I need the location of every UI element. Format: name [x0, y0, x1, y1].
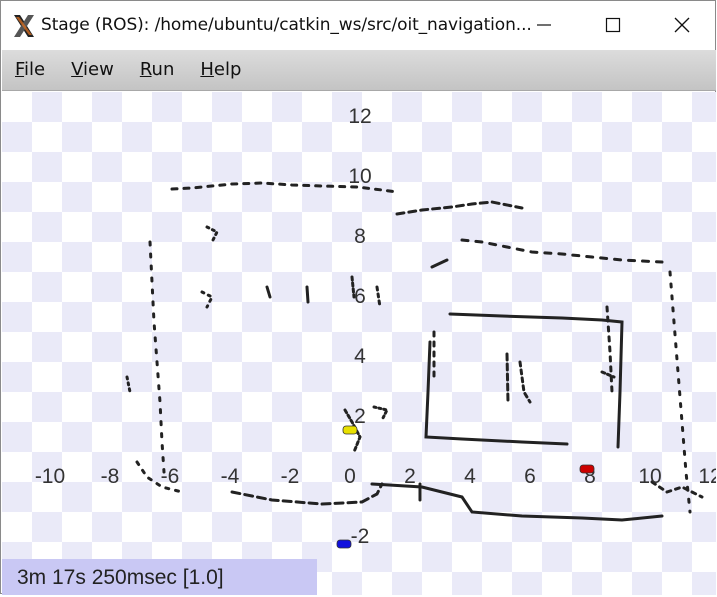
minimize-button[interactable]: [509, 1, 579, 49]
title-bar[interactable]: Stage (ROS): /home/ubuntu/catkin_ws/src/…: [1, 1, 715, 49]
x-tick-label: 10: [638, 465, 661, 488]
x-tick-label: 0: [344, 465, 356, 488]
status-bar: 3m 17s 250msec [1.0]: [2, 559, 317, 595]
x-tick-label: -4: [221, 465, 240, 488]
close-button[interactable]: [647, 1, 717, 49]
robot-1[interactable]: [579, 464, 595, 474]
x-tick-label: 6: [524, 465, 536, 488]
menu-bar: File View Run Help: [2, 50, 716, 91]
x-tick-label: -6: [161, 465, 180, 488]
x-tick-label: 2: [404, 465, 416, 488]
x-tick-label: 4: [464, 465, 476, 488]
stage-canvas[interactable]: -10 -8 -6 -4 -2 0 2 4 6 8 10 12 12 10 8 6 4 2 -2: [2, 92, 716, 595]
robot-2[interactable]: [336, 539, 352, 549]
stage-window: Stage (ROS): /home/ubuntu/catkin_ws/src/…: [0, 0, 716, 595]
y-tick-label: 6: [354, 285, 366, 308]
window-title: Stage (ROS): /home/ubuntu/catkin_ws/src/…: [41, 15, 532, 35]
y-tick-label: 2: [354, 405, 366, 428]
x-tick-label: -8: [101, 465, 120, 488]
menu-help[interactable]: Help: [187, 50, 254, 90]
menu-run[interactable]: Run: [127, 50, 188, 90]
menu-view[interactable]: View: [58, 50, 127, 90]
maximize-icon: [605, 17, 621, 33]
axis-tick-labels: -10 -8 -6 -4 -2 0 2 4 6 8 10 1212108642-2: [35, 105, 716, 548]
maximize-button[interactable]: [578, 1, 648, 49]
minimize-icon: [537, 24, 551, 26]
y-tick-label: 8: [354, 225, 366, 248]
robot-0[interactable]: [342, 425, 358, 435]
close-icon: [674, 17, 690, 33]
y-tick-label: 12: [348, 105, 371, 128]
x-tick-label: -10: [35, 465, 65, 488]
x-tick-label: 12: [698, 465, 716, 488]
menu-file[interactable]: File: [2, 50, 58, 90]
x-tick-label: -2: [281, 465, 300, 488]
x-window-icon: [14, 15, 34, 37]
world-map: -10 -8 -6 -4 -2 0 2 4 6 8 10 1212108642-2: [35, 105, 716, 549]
y-tick-label: 4: [354, 345, 366, 368]
y-tick-label: -2: [351, 525, 370, 548]
y-tick-label: 10: [348, 165, 371, 188]
